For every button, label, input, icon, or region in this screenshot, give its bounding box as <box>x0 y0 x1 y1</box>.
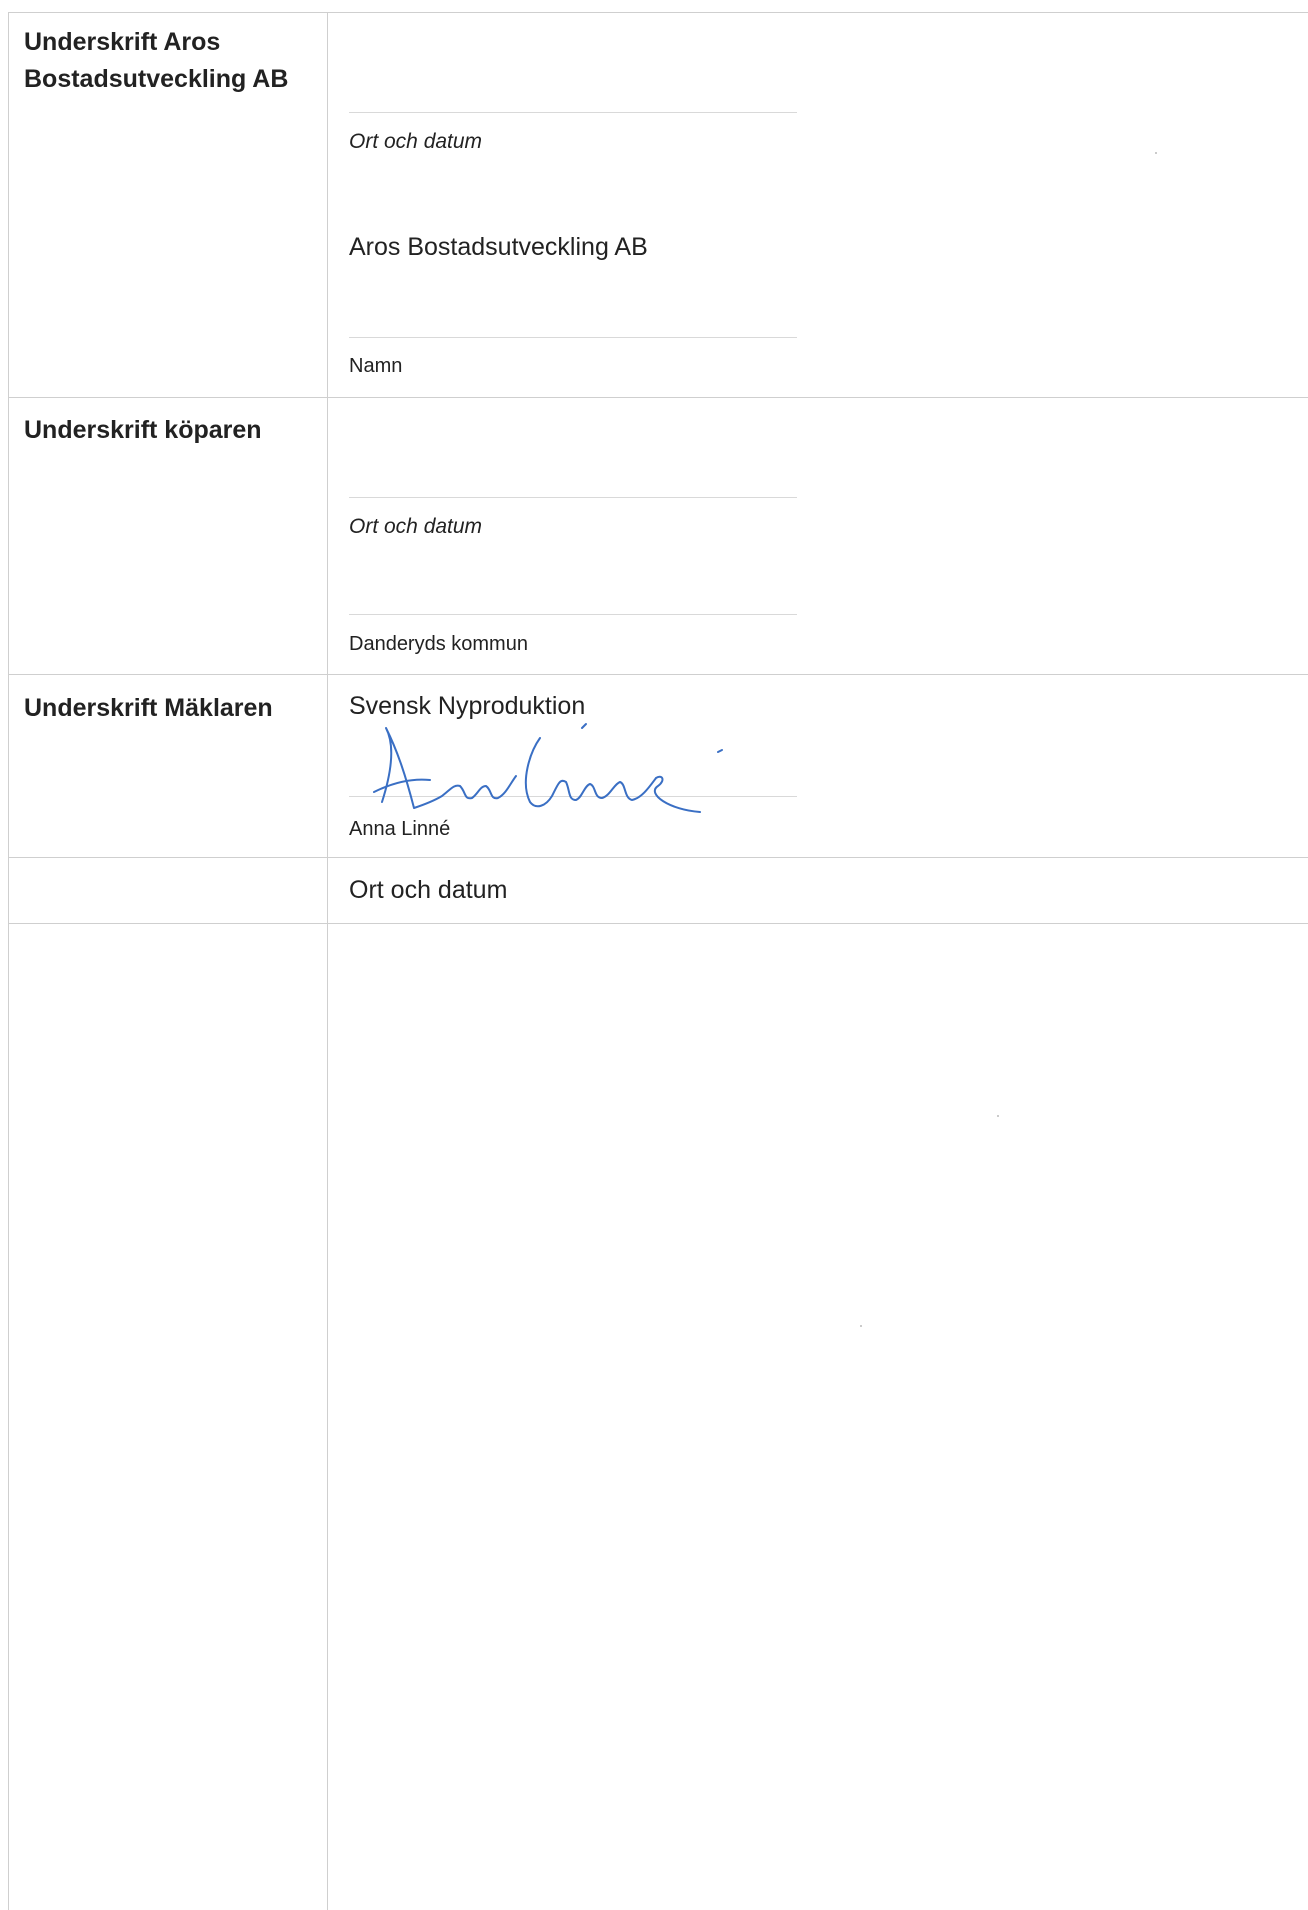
place-date-caption-buyer: Ort och datum <box>349 515 483 538</box>
signature-line-buyer-name <box>349 614 797 615</box>
place-date-broker: Ort och datum <box>349 876 508 904</box>
scan-speck <box>860 1325 862 1327</box>
column-divider <box>327 12 328 1910</box>
place-date-caption-aros: Ort och datum <box>349 130 483 153</box>
row-label-aros: Underskrift Aros Bostadsutveckling AB <box>24 28 289 93</box>
table-top-border <box>8 12 1308 13</box>
name-caption-buyer: Danderyds kommun <box>349 633 528 655</box>
handwritten-signature <box>373 723 723 813</box>
company-name-broker: Svensk Nyproduktion <box>349 692 586 720</box>
signer-name-broker: Anna Linné <box>349 818 451 840</box>
signature-page: Underskrift Aros Bostadsutveckling AB Or… <box>0 0 1308 1910</box>
row-label-broker: Underskrift Mäklaren <box>24 694 273 722</box>
row-divider-4 <box>8 923 1308 924</box>
signature-line-buyer-date <box>349 497 797 498</box>
scan-speck <box>1155 152 1157 154</box>
signature-line-aros-date <box>349 112 797 113</box>
signature-line-aros-name <box>349 337 797 338</box>
row-divider-1 <box>8 397 1308 398</box>
row-label-buyer: Underskrift köparen <box>24 416 262 444</box>
company-name-aros: Aros Bostadsutveckling AB <box>349 233 648 261</box>
row-divider-2 <box>8 674 1308 675</box>
scan-speck <box>997 1115 999 1117</box>
row-divider-3 <box>8 857 1308 858</box>
left-border <box>8 12 9 1910</box>
name-caption-aros: Namn <box>349 355 403 377</box>
